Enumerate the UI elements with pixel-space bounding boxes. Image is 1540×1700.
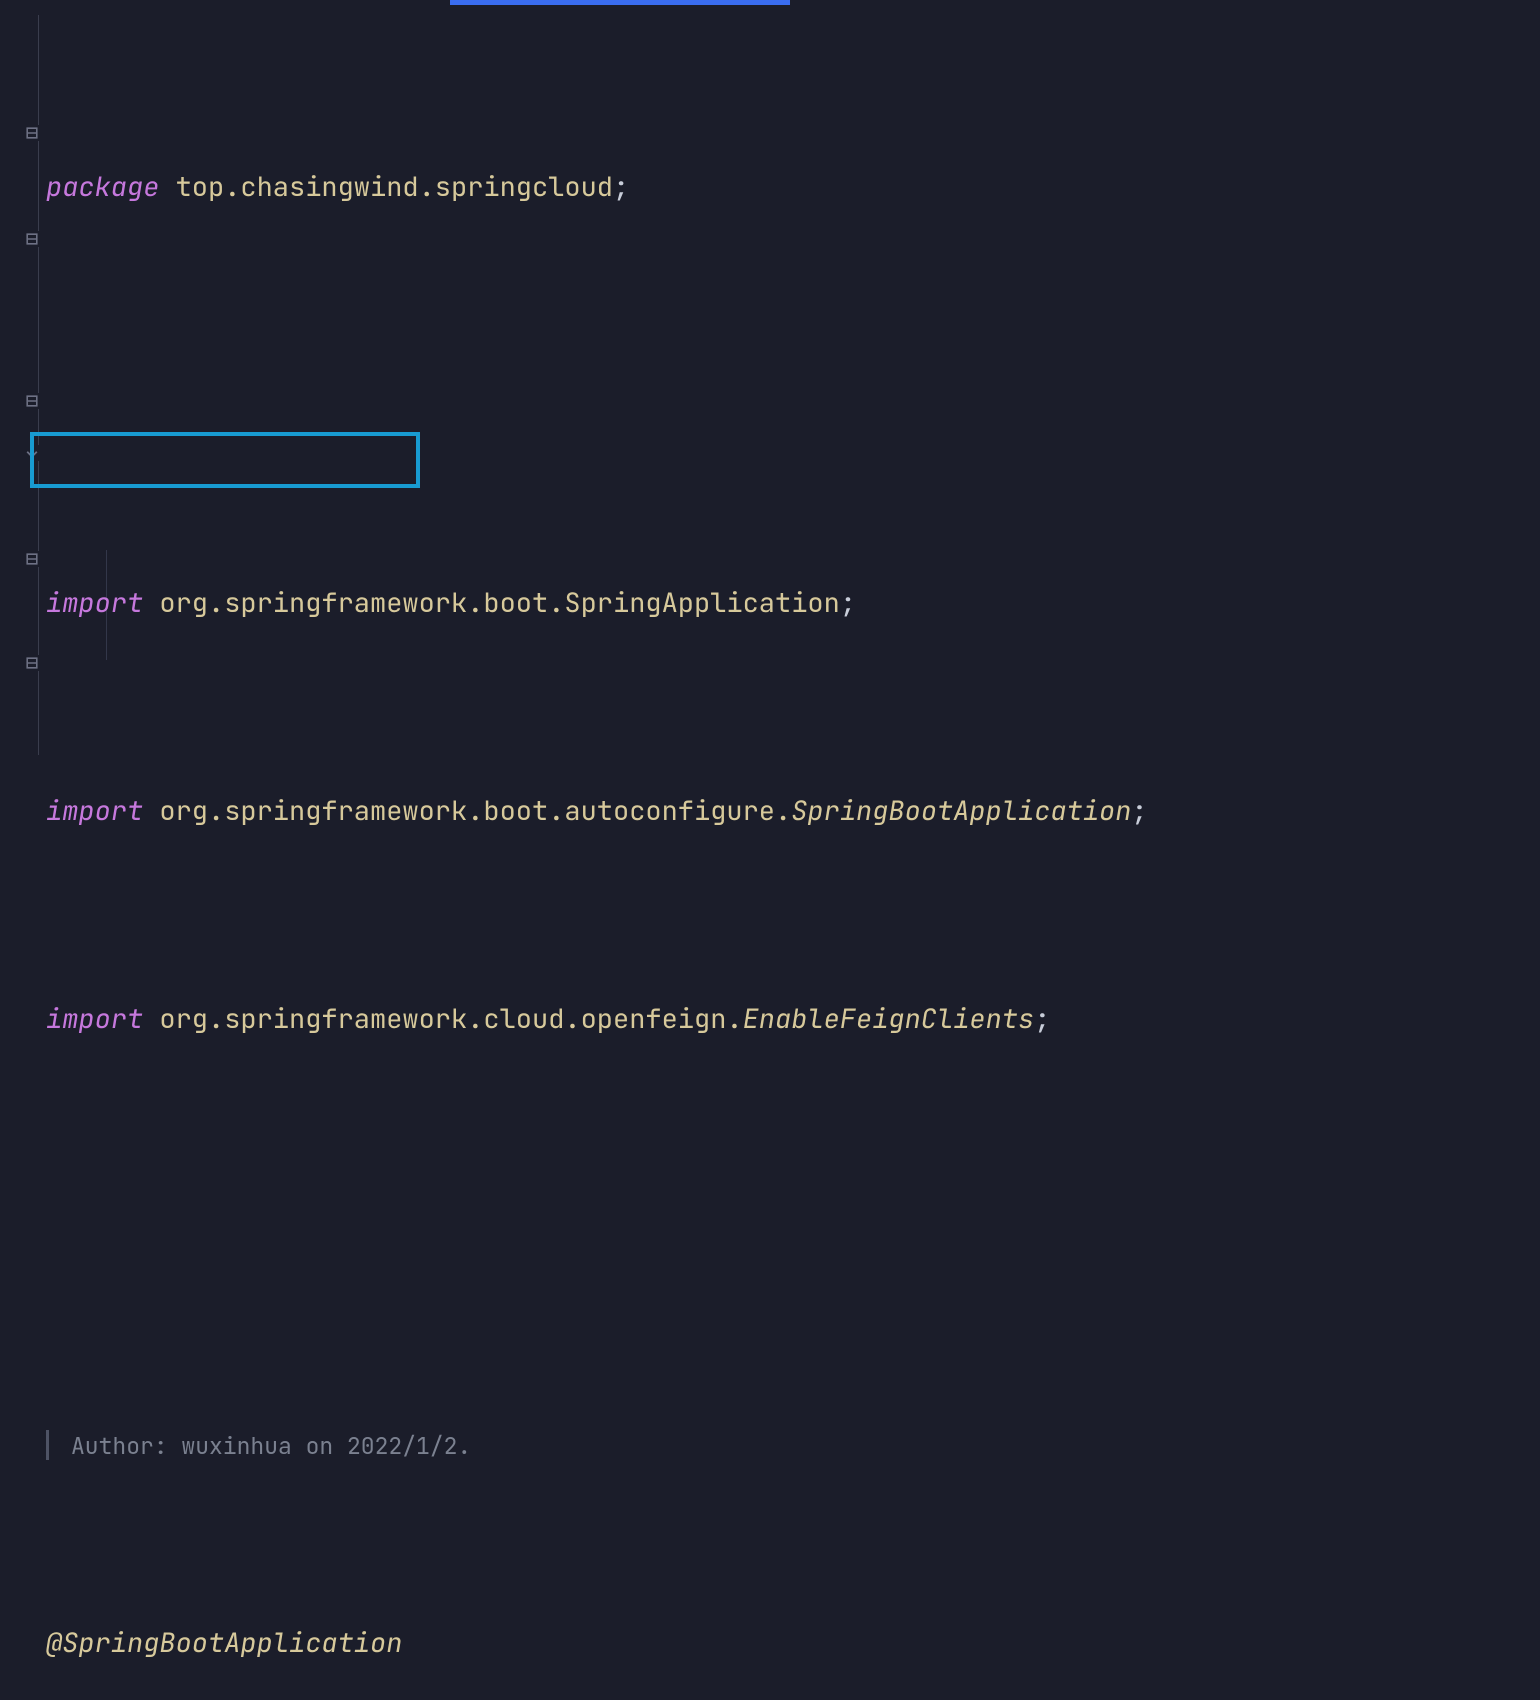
keyword-package: package bbox=[46, 169, 159, 205]
code-line-blank[interactable] bbox=[46, 1201, 1148, 1253]
keyword-import: import bbox=[46, 1001, 143, 1037]
gutter[interactable] bbox=[0, 5, 46, 850]
semicolon: ; bbox=[613, 169, 629, 205]
comment-bar-icon bbox=[46, 1430, 49, 1460]
code-editor[interactable]: package top.chasingwind.springcloud; imp… bbox=[0, 5, 1540, 850]
fold-marker-icon[interactable] bbox=[24, 393, 40, 409]
code-line-comment[interactable]: Author: wuxinhua on 2022/1/2. bbox=[46, 1409, 1148, 1461]
code-line[interactable]: package top.chasingwind.springcloud; bbox=[46, 161, 1148, 213]
fold-marker-icon[interactable] bbox=[24, 231, 40, 247]
import-package: org.springframework.boot.autoconfigure. bbox=[159, 793, 791, 829]
code-area[interactable]: package top.chasingwind.springcloud; imp… bbox=[46, 5, 1148, 1700]
code-line[interactable]: import org.springframework.cloud.openfei… bbox=[46, 993, 1148, 1045]
annotation-springbootapplication: @SpringBootApplication bbox=[46, 1625, 402, 1661]
code-line-blank[interactable] bbox=[46, 369, 1148, 421]
import-class: SpringApplication bbox=[564, 585, 839, 621]
keyword-import: import bbox=[46, 793, 143, 829]
fold-marker-icon[interactable] bbox=[24, 655, 40, 671]
import-class: SpringBootApplication bbox=[791, 793, 1131, 829]
fold-marker-icon[interactable] bbox=[24, 445, 40, 461]
keyword-import: import bbox=[46, 585, 143, 621]
import-package: org.springframework.boot. bbox=[159, 585, 564, 621]
fold-marker-icon[interactable] bbox=[24, 125, 40, 141]
code-line[interactable]: import org.springframework.boot.autoconf… bbox=[46, 785, 1148, 837]
code-line[interactable]: @SpringBootApplication bbox=[46, 1617, 1148, 1669]
import-class: EnableFeignClients bbox=[743, 1001, 1035, 1037]
comment-text: Author: wuxinhua on 2022/1/2. bbox=[71, 1431, 471, 1461]
import-package: org.springframework.cloud.openfeign. bbox=[159, 1001, 742, 1037]
fold-marker-icon[interactable] bbox=[24, 551, 40, 567]
package-name: top.chasingwind.springcloud bbox=[176, 169, 613, 205]
code-line[interactable]: import org.springframework.boot.SpringAp… bbox=[46, 577, 1148, 629]
